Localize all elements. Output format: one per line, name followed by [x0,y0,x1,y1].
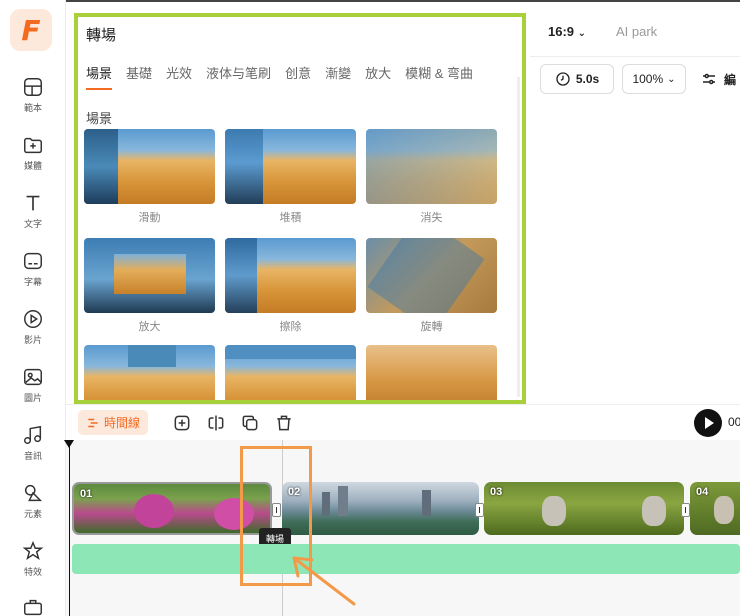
sidebar-item-text[interactable]: 文字 [6,192,60,242]
panel-title: 轉場 [86,27,117,44]
timeline-toolbar: 時間線 00 [66,404,740,440]
transition-marker-3[interactable] [681,503,690,517]
transition-thumb-fade[interactable] [366,129,497,204]
sidebar-item-elements[interactable]: 元素 [6,482,60,532]
transition-category-tabs: 場景 基礎 光效 液体与笔刷 创意 漸變 放大 模糊 & 弯曲 [86,63,506,93]
window-top-border [0,0,740,2]
timeline-icon [88,418,98,427]
duplicate-icon[interactable] [240,413,260,433]
project-name[interactable]: AI park [616,24,657,39]
transition-thumb-7[interactable] [84,345,215,400]
zoom-value: 100% [632,72,664,86]
tab-creative[interactable]: 创意 [285,63,311,88]
sliders-icon [703,73,715,85]
app-root: F 範本 媒體 文字 字幕 影片 圖片 音訊 元素 特效 轉場 場景 基礎 光效… [0,0,740,616]
clip-04[interactable]: 04 [690,482,740,535]
tab-basic[interactable]: 基礎 [126,63,152,88]
clip-number: 03 [490,486,503,498]
transition-thumb-8[interactable] [225,345,356,400]
sidebar-item-toolbox[interactable] [6,596,60,616]
timeline-mode-label: 時間線 [103,416,140,430]
text-icon [26,195,40,211]
clip-number: 01 [80,488,93,500]
sidebar-item-label: 元素 [23,509,42,519]
video-icon [24,310,42,328]
sidebar-item-effects[interactable]: 特效 [6,540,60,590]
play-button[interactable] [694,409,722,437]
chevron-down-icon: ⌄ [577,28,587,39]
transition-thumb-slide[interactable] [84,129,215,204]
playback-time: 00 [728,415,740,429]
media-upload-icon [24,137,42,154]
left-sidebar: F 範本 媒體 文字 字幕 影片 圖片 音訊 元素 特效 [0,0,66,616]
panel-scrollbar[interactable] [517,77,520,397]
tab-light[interactable]: 光效 [166,63,192,88]
transitions-panel: 轉場 場景 基礎 光效 液体与笔刷 创意 漸變 放大 模糊 & 弯曲 場景 滑動 堆積 消失 … [74,13,526,404]
sidebar-item-templates[interactable]: 範本 [6,76,60,126]
transition-thumb-rotate[interactable] [366,238,497,313]
adjust-button[interactable]: 編 [700,64,740,94]
sidebar-item-media[interactable]: 媒體 [6,134,60,184]
clip-03[interactable]: 03 [484,482,684,535]
transition-thumb-9[interactable] [366,345,497,400]
sidebar-item-label: 文字 [23,219,42,229]
adjust-label: 編 [724,72,737,87]
toolbar-divider [530,56,740,57]
duration-button[interactable]: 5.0s [540,64,614,94]
playhead[interactable] [69,441,70,616]
tab-gradient[interactable]: 漸變 [325,63,351,88]
sidebar-item-label: 特效 [23,567,42,577]
sidebar-item-label: 媒體 [23,161,42,171]
elements-icon [24,484,43,502]
transition-label: 旋轉 [420,321,443,333]
timeline-mode-button[interactable]: 時間線 [78,410,148,435]
app-logo[interactable]: F [10,9,52,51]
audio-track[interactable] [72,544,740,574]
image-icon [24,368,42,386]
aspect-ratio-value: 16:9 [548,24,575,39]
clip-number: 04 [696,486,709,498]
sidebar-item-subtitles[interactable]: 字幕 [6,250,60,300]
delete-icon[interactable] [274,413,294,433]
chevron-down-icon: ⌄ [667,73,676,85]
transition-thumb-wipe[interactable] [225,238,356,313]
section-heading: 場景 [86,111,113,126]
zoom-select[interactable]: 100% ⌄ [622,64,686,94]
sidebar-item-label: 影片 [23,335,42,345]
split-icon[interactable] [206,413,226,433]
sidebar-item-label: 圖片 [23,393,42,403]
transition-thumb-zoom[interactable] [84,238,215,313]
sidebar-item-label: 音訊 [23,451,42,461]
effects-icon [22,540,44,561]
transition-label: 消失 [420,212,443,224]
tab-liquid-brush[interactable]: 液体与笔刷 [206,63,271,88]
transition-thumb-stack[interactable] [225,129,356,204]
sidebar-item-label: 字幕 [23,277,42,287]
transition-label: 擦除 [279,321,302,333]
sidebar-item-images[interactable]: 圖片 [6,366,60,416]
tab-blur-warp[interactable]: 模糊 & 弯曲 [405,63,473,88]
clock-icon [556,72,570,86]
transition-label: 放大 [138,321,161,333]
music-icon [24,425,42,444]
add-icon[interactable] [172,413,192,433]
toolbox-icon [24,599,42,616]
aspect-ratio-select[interactable]: 16:9 ⌄ [548,24,586,39]
sidebar-item-video[interactable]: 影片 [6,308,60,358]
tab-scene[interactable]: 場景 [86,63,113,90]
transition-label: 堆積 [279,212,302,224]
transition-marker-2[interactable] [475,503,484,517]
annotation-arrow-icon [292,556,356,606]
transition-label: 滑動 [138,212,161,224]
sidebar-item-label: 範本 [23,103,42,113]
subtitle-icon [24,252,42,270]
sidebar-item-audio[interactable]: 音訊 [6,424,60,474]
tab-zoom[interactable]: 放大 [365,63,391,88]
template-icon [24,78,42,96]
duration-value: 5.0s [575,72,600,86]
